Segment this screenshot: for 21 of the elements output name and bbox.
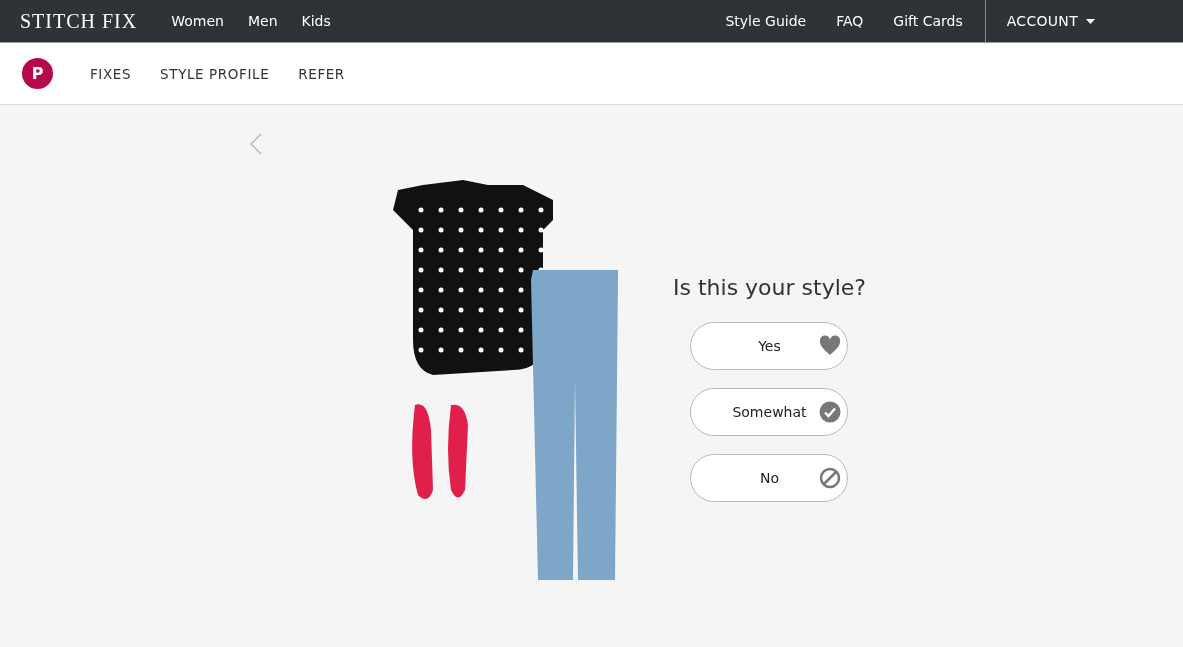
nav-tab[interactable]: REFER — [298, 65, 345, 82]
answer-button[interactable]: No — [690, 454, 849, 502]
nav-link[interactable]: Men — [247, 13, 278, 29]
nav-link[interactable]: Women — [171, 13, 224, 29]
caret-icon — [1086, 18, 1095, 24]
account-menu[interactable]: ACCOUNT — [1006, 13, 1095, 29]
nav-link[interactable]: Gift Cards — [893, 13, 963, 29]
back-chevron-icon[interactable] — [249, 133, 263, 155]
answer-button[interactable]: Yes — [690, 322, 849, 370]
question-heading: Is this your style? — [673, 275, 866, 300]
nav-link[interactable]: Kids — [301, 13, 331, 29]
nav-link[interactable]: FAQ — [836, 13, 864, 29]
heart-icon — [819, 335, 842, 357]
prohibited-icon — [819, 467, 842, 489]
nav-tab[interactable]: FIXES — [90, 65, 132, 82]
user-avatar[interactable]: P — [22, 58, 53, 89]
nav-tab[interactable]: STYLE PROFILE — [160, 65, 270, 82]
check-icon — [819, 401, 842, 423]
logo[interactable]: STITCH FIX — [20, 9, 138, 33]
answer-button[interactable]: Somewhat — [690, 388, 849, 436]
nav-link[interactable]: Style Guide — [725, 13, 807, 29]
